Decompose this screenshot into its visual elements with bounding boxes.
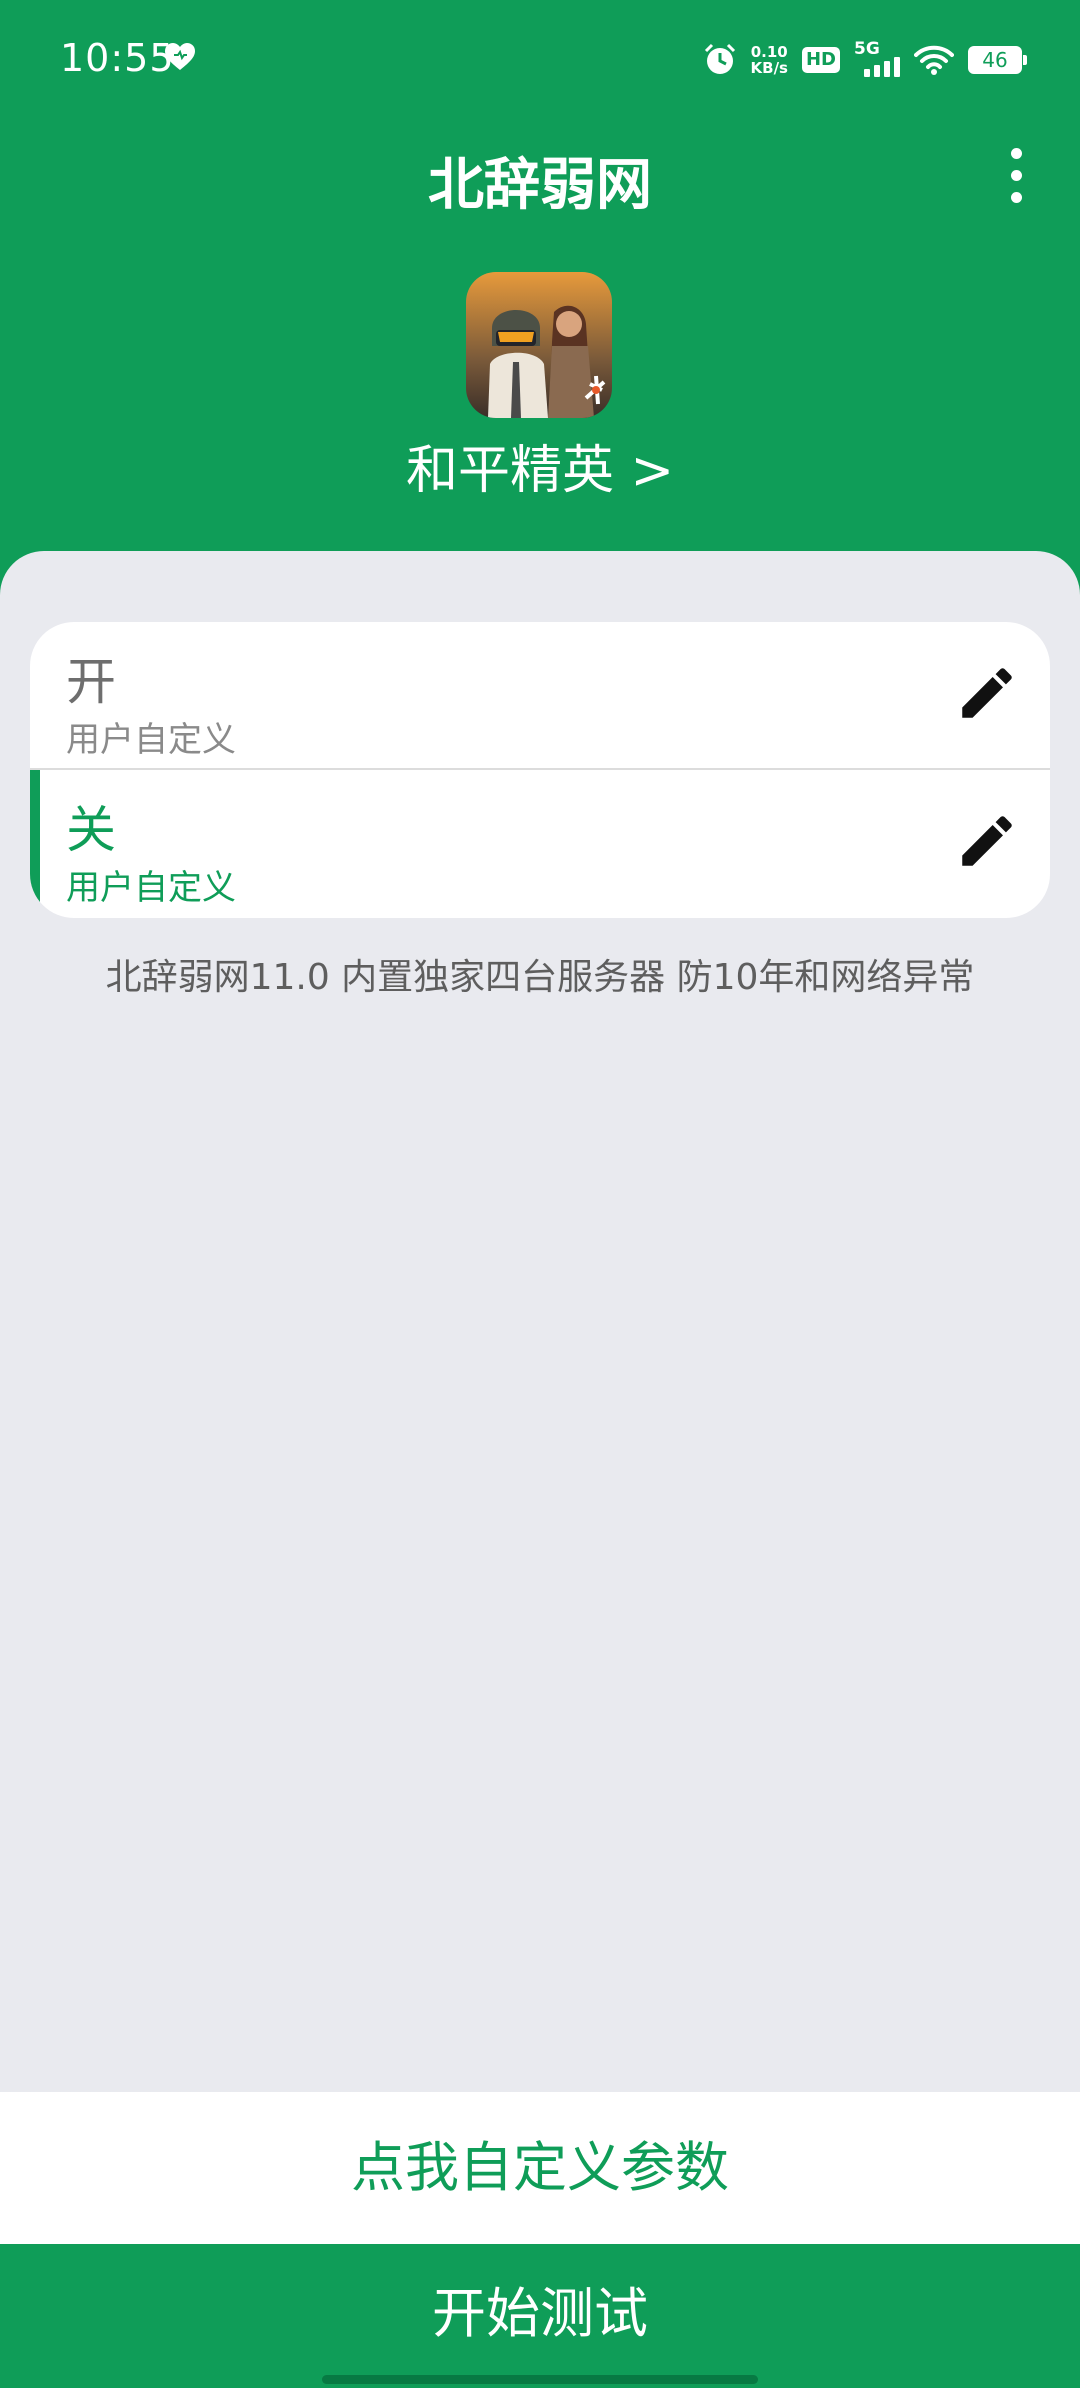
status-time: 10:55 [60, 36, 175, 80]
battery-icon: 46 [968, 46, 1027, 74]
pencil-icon[interactable] [954, 808, 1020, 874]
wifi-icon [914, 45, 954, 75]
list-item[interactable]: 开 用户自定义 [30, 622, 1050, 768]
hd-badge: HD [801, 47, 840, 73]
game-icon[interactable] [466, 272, 612, 418]
mode-subtitle: 用户自定义 [66, 868, 236, 908]
battery-level: 46 [982, 48, 1008, 72]
mode-list: 开 用户自定义 关 用户自定义 [30, 622, 1050, 918]
mode-name: 关 [66, 801, 116, 859]
info-text: 北辞弱网11.0 内置独家四台服务器 防10年和网络异常 [105, 957, 975, 998]
network-type: 5G [854, 39, 880, 59]
mode-name: 开 [66, 653, 116, 711]
network-speed: 0.10 KB/s [751, 44, 788, 76]
start-test-button[interactable]: 开始测试 [0, 2244, 1080, 2388]
signal-icon: 5G [854, 39, 900, 77]
heart-icon [165, 43, 195, 70]
network-speed-value: 0.10 [750, 43, 788, 61]
app-title: 北辞弱网 [428, 153, 652, 218]
custom-params-button[interactable]: 点我自定义参数 [0, 2092, 1080, 2244]
list-item[interactable]: 关 用户自定义 [30, 770, 1050, 918]
game-selector[interactable]: 和平精英 > [0, 428, 1080, 503]
alarm-icon [704, 43, 735, 74]
status-bar: 10:55 0.10 KB/s HD 5G 46 [0, 0, 1080, 118]
more-vert-icon[interactable] [996, 148, 1036, 204]
mode-subtitle: 用户自定义 [66, 720, 236, 760]
pencil-icon[interactable] [954, 660, 1020, 726]
home-indicator[interactable] [322, 2375, 758, 2384]
status-icons: 0.10 KB/s HD 5G 46 [703, 39, 1027, 80]
selected-indicator [30, 770, 40, 918]
network-speed-unit: KB/s [750, 59, 788, 77]
